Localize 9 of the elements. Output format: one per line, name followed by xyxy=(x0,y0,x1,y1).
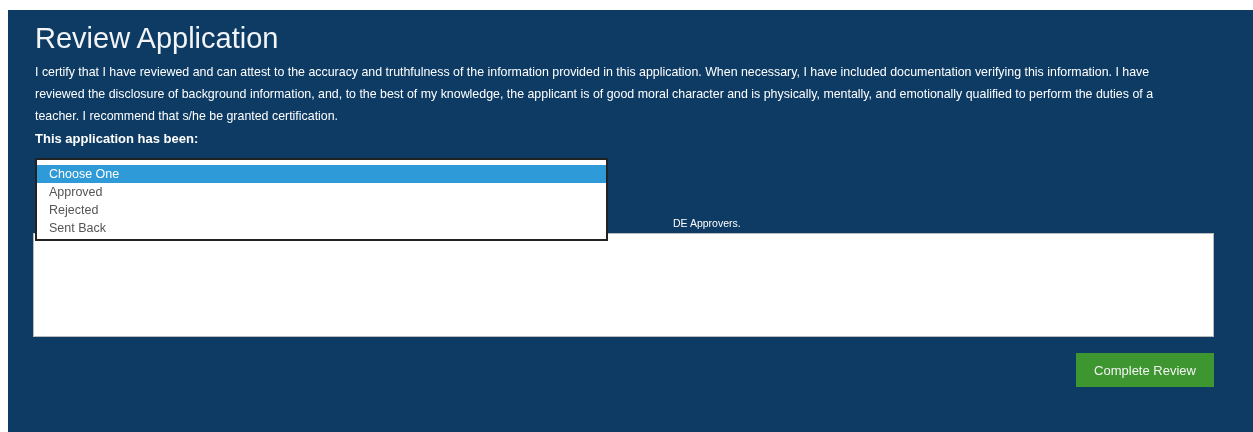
dropdown-option[interactable]: Sent Back xyxy=(37,219,606,237)
page-title: Review Application xyxy=(35,22,280,55)
comment-field[interactable] xyxy=(33,233,1214,337)
dropdown-option[interactable]: Approved xyxy=(37,183,606,201)
status-label: This application has been: xyxy=(35,131,200,146)
complete-review-button[interactable]: Complete Review xyxy=(1076,353,1214,387)
certification-statement: I certify that I have reviewed and can attest to the accuracy and truthfulness of the information provided in this application. When necessary, I have included documentation verifying this information. I have reviewed the disclosure of background information, and, to the best of my knowledge, the applicant is of good moral character and is physically, mentally, and emotionally qualified to perform the duties of a teacher. I recommend that s/he be granted certification. xyxy=(35,64,1155,125)
dropdown-option[interactable]: Rejected xyxy=(37,201,606,219)
comment-hint: DE Approvers. xyxy=(673,217,742,229)
